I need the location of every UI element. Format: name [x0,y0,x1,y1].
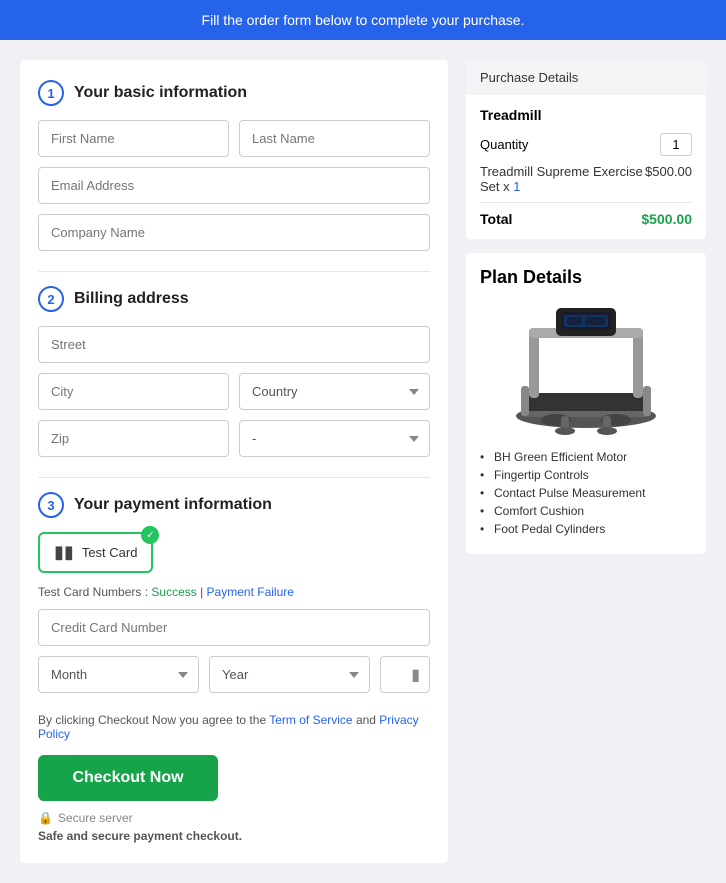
card-icon: ▮▮ [54,542,74,563]
test-success-link[interactable]: Success [151,585,196,599]
street-input[interactable] [38,326,430,363]
plan-feature-item: Fingertip Controls [480,468,692,482]
lock-icon: 🔒 [38,811,53,825]
plan-feature-item: BH Green Efficient Motor [480,450,692,464]
test-card-label: Test Card Numbers : [38,585,148,599]
year-select[interactable]: Year [209,656,370,693]
treadmill-svg [501,298,671,438]
item-price: $500.00 [645,164,692,194]
section3-num: 3 [38,492,64,518]
email-input[interactable] [38,167,430,204]
plan-features-list: BH Green Efficient Motor Fingertip Contro… [480,450,692,536]
test-card-info: Test Card Numbers : Success | Payment Fa… [38,585,430,599]
right-column: Purchase Details Treadmill Quantity 1 Tr… [466,60,706,863]
month-select[interactable]: Month [38,656,199,693]
section-basic-info: 1 Your basic information [38,80,430,251]
safe-label: Safe and secure payment checkout. [38,829,430,843]
secure-line: 🔒 Secure server [38,811,430,825]
terms-line: By clicking Checkout Now you agree to th… [38,713,430,741]
total-row: Total $500.00 [480,211,692,227]
top-banner: Fill the order form below to complete yo… [0,0,726,40]
first-name-input[interactable] [38,120,229,157]
street-row [38,326,430,363]
section3-title: Your payment information [74,496,272,514]
total-price: $500.00 [641,211,692,227]
zip-input[interactable] [38,420,229,457]
card-label: Test Card [82,545,138,560]
section3-header: 3 Your payment information [38,492,430,518]
plan-details-card: Plan Details [466,253,706,554]
cvv-card-icon: ▮ [411,665,420,685]
quantity-row: Quantity 1 [480,133,692,156]
section1-header: 1 Your basic information [38,80,430,106]
card-option[interactable]: ▮▮ Test Card ✓ [38,532,153,573]
city-input[interactable] [38,373,229,410]
plan-feature-item: Foot Pedal Cylinders [480,522,692,536]
company-input[interactable] [38,214,430,251]
last-name-input[interactable] [239,120,430,157]
secure-label: Secure server [58,811,133,825]
test-failure-link[interactable]: Payment Failure [207,585,294,599]
cc-number-input[interactable] [38,609,430,646]
total-label: Total [480,211,512,227]
country-select[interactable]: Country [239,373,430,410]
section1-title: Your basic information [74,84,247,102]
ccnum-row [38,609,430,646]
check-badge: ✓ [141,526,159,544]
plan-feature-item: Contact Pulse Measurement [480,486,692,500]
email-row [38,167,430,204]
purchase-details-card: Purchase Details Treadmill Quantity 1 Tr… [466,60,706,239]
divider-1 [38,271,430,272]
section2-title: Billing address [74,290,189,308]
item-name: Treadmill Supreme Exercise Set x 1 [480,164,645,194]
terms-link[interactable]: Term of Service [269,713,352,727]
quantity-label: Quantity [480,137,528,152]
name-row [38,120,430,157]
plan-title: Plan Details [480,267,692,288]
item-row: Treadmill Supreme Exercise Set x 1 $500.… [480,164,692,194]
cvv-wrapper: ▮ [380,656,430,693]
item-link[interactable]: 1 [513,179,520,194]
state-select[interactable]: - [239,420,430,457]
zip-state-row: - [38,420,430,457]
company-row [38,214,430,251]
section1-num: 1 [38,80,64,106]
section2-header: 2 Billing address [38,286,430,312]
banner-text: Fill the order form below to complete yo… [202,12,525,28]
section2-num: 2 [38,286,64,312]
cvv-input[interactable] [380,656,430,693]
purchase-header: Purchase Details [466,60,706,95]
purchase-divider [480,202,692,203]
treadmill-image [480,298,692,438]
section-billing: 2 Billing address Country - [38,286,430,457]
city-country-row: Country [38,373,430,410]
expiry-cvv-row: Month Year ▮ [38,656,430,693]
checkout-button[interactable]: Checkout Now [38,755,218,801]
plan-feature-item: Comfort Cushion [480,504,692,518]
quantity-value: 1 [660,133,692,156]
section-payment: 3 Your payment information ▮▮ Test Card … [38,492,430,693]
left-column: 1 Your basic information 2 [20,60,448,863]
divider-2 [38,477,430,478]
product-name: Treadmill [480,107,692,123]
purchase-body: Treadmill Quantity 1 Treadmill Supreme E… [466,95,706,239]
